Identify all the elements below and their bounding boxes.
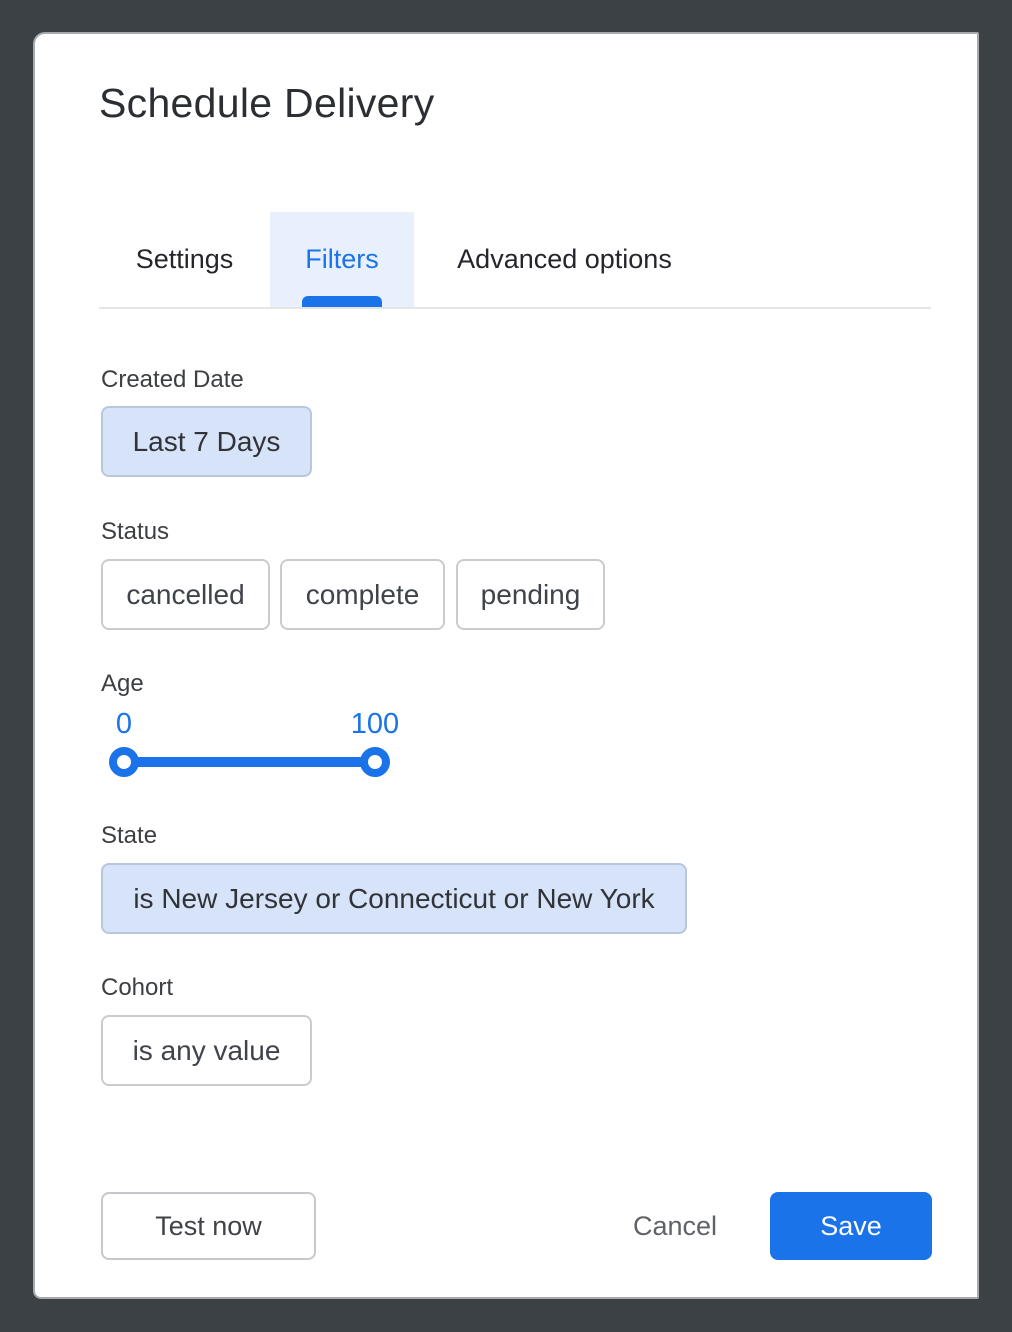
tab-settings[interactable]: Settings bbox=[99, 212, 270, 307]
tab-divider bbox=[99, 307, 931, 309]
status-chip-pending-label: pending bbox=[481, 579, 581, 611]
tab-bar: Settings Filters Advanced options bbox=[99, 212, 715, 307]
status-chip-complete[interactable]: complete bbox=[280, 559, 445, 630]
status-chip-cancelled-label: cancelled bbox=[126, 579, 244, 611]
status-chip-pending[interactable]: pending bbox=[456, 559, 605, 630]
schedule-delivery-dialog: Schedule Delivery Settings Filters Advan… bbox=[33, 32, 979, 1299]
cancel-button[interactable]: Cancel bbox=[605, 1192, 745, 1260]
created-date-filter-value: Last 7 Days bbox=[133, 426, 281, 458]
tab-advanced-options-label: Advanced options bbox=[457, 244, 672, 275]
test-now-button-label: Test now bbox=[155, 1211, 262, 1242]
state-filter-value: is New Jersey or Connecticut or New York bbox=[133, 883, 654, 915]
age-range-slider: 0 100 bbox=[101, 708, 441, 808]
cohort-filter-value: is any value bbox=[133, 1035, 281, 1067]
age-slider-min-handle[interactable] bbox=[109, 747, 139, 777]
active-tab-indicator bbox=[302, 296, 382, 307]
status-label: Status bbox=[101, 518, 169, 546]
dialog-title: Schedule Delivery bbox=[99, 80, 435, 127]
cancel-button-label: Cancel bbox=[633, 1211, 717, 1242]
status-chip-complete-label: complete bbox=[306, 579, 420, 611]
test-now-button[interactable]: Test now bbox=[101, 1192, 316, 1260]
save-button[interactable]: Save bbox=[770, 1192, 932, 1260]
save-button-label: Save bbox=[820, 1211, 882, 1242]
tab-settings-label: Settings bbox=[136, 244, 234, 275]
tab-filters[interactable]: Filters bbox=[270, 212, 414, 307]
modal-backdrop: Schedule Delivery Settings Filters Advan… bbox=[0, 0, 1012, 1332]
tab-advanced-options[interactable]: Advanced options bbox=[414, 212, 715, 307]
created-date-label: Created Date bbox=[101, 366, 244, 394]
age-slider-max-handle[interactable] bbox=[360, 747, 390, 777]
age-max-value: 100 bbox=[345, 708, 405, 741]
state-label: State bbox=[101, 822, 157, 850]
tab-filters-label: Filters bbox=[305, 244, 379, 275]
cohort-filter-chip[interactable]: is any value bbox=[101, 1015, 312, 1086]
state-filter-chip[interactable]: is New Jersey or Connecticut or New York bbox=[101, 863, 687, 934]
created-date-filter-chip[interactable]: Last 7 Days bbox=[101, 406, 312, 477]
cohort-label: Cohort bbox=[101, 974, 173, 1002]
age-slider-track[interactable] bbox=[124, 757, 375, 767]
age-min-value: 0 bbox=[109, 708, 139, 741]
status-chip-cancelled[interactable]: cancelled bbox=[101, 559, 270, 630]
age-label: Age bbox=[101, 670, 144, 698]
